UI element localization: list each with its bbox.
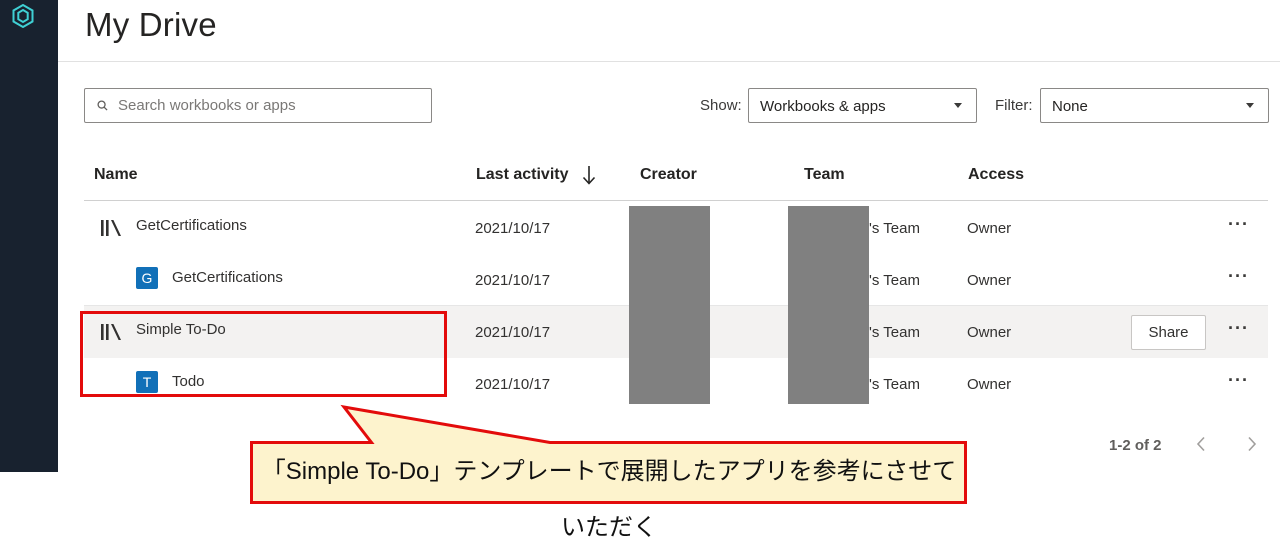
row-access: Owner — [967, 220, 1012, 237]
app-badge-icon: G — [136, 267, 158, 289]
filter-label: Filter: — [995, 97, 1033, 114]
workspace-icon — [101, 220, 121, 236]
column-header-creator[interactable]: Creator — [640, 166, 697, 184]
main-content: My Drive Show: Workbooks & apps Filter: … — [58, 0, 1280, 504]
share-button[interactable]: Share — [1131, 315, 1206, 350]
chevron-down-icon — [1246, 103, 1254, 108]
column-header-team[interactable]: Team — [804, 166, 845, 184]
chevron-down-icon — [954, 103, 962, 108]
header-divider — [58, 61, 1280, 62]
row-access: Owner — [967, 376, 1012, 393]
chevron-left-icon[interactable] — [1196, 436, 1206, 452]
row-name[interactable]: GetCertifications — [172, 269, 283, 286]
show-dropdown-value: Workbooks & apps — [760, 98, 886, 115]
ellipsis-icon[interactable]: ··· — [1228, 214, 1249, 235]
ellipsis-icon[interactable]: ··· — [1228, 318, 1249, 339]
row-last-activity: 2021/10/17 — [475, 324, 551, 341]
row-team: 's Team — [869, 272, 920, 289]
column-header-access[interactable]: Access — [968, 166, 1024, 184]
filter-dropdown-value: None — [1052, 98, 1088, 115]
row-team: 's Team — [869, 324, 920, 341]
row-access: Owner — [967, 324, 1012, 341]
column-header-last-activity[interactable]: Last activity — [476, 166, 568, 184]
column-header-name[interactable]: Name — [94, 166, 138, 184]
search-input[interactable] — [118, 97, 418, 114]
row-name[interactable]: GetCertifications — [136, 217, 247, 234]
chevron-right-icon[interactable] — [1247, 436, 1257, 452]
highlight-box — [80, 311, 447, 397]
row-last-activity: 2021/10/17 — [475, 220, 551, 237]
search-icon — [97, 100, 108, 111]
hexagon-logo-icon[interactable] — [11, 4, 35, 28]
row-last-activity: 2021/10/17 — [475, 376, 551, 393]
row-team: 's Team — [869, 376, 920, 393]
pagination-range: 1-2 of 2 — [1109, 437, 1162, 454]
redacted-team-column — [788, 206, 869, 404]
show-label: Show: — [700, 97, 742, 114]
page-title: My Drive — [85, 6, 217, 43]
redacted-creator-column — [629, 206, 710, 404]
left-nav-rail — [0, 0, 58, 472]
arrow-down-icon[interactable] — [582, 164, 596, 186]
row-team: 's Team — [869, 220, 920, 237]
row-access: Owner — [967, 272, 1012, 289]
ellipsis-icon[interactable]: ··· — [1228, 266, 1249, 287]
show-dropdown[interactable]: Workbooks & apps — [748, 88, 977, 123]
table-header-divider — [84, 200, 1268, 201]
search-box[interactable] — [84, 88, 432, 123]
ellipsis-icon[interactable]: ··· — [1228, 370, 1249, 391]
callout-text: 「Simple To-Do」テンプレートで展開したアプリを参考にさせていただく — [261, 458, 957, 541]
row-last-activity: 2021/10/17 — [475, 272, 551, 289]
filter-dropdown[interactable]: None — [1040, 88, 1269, 123]
